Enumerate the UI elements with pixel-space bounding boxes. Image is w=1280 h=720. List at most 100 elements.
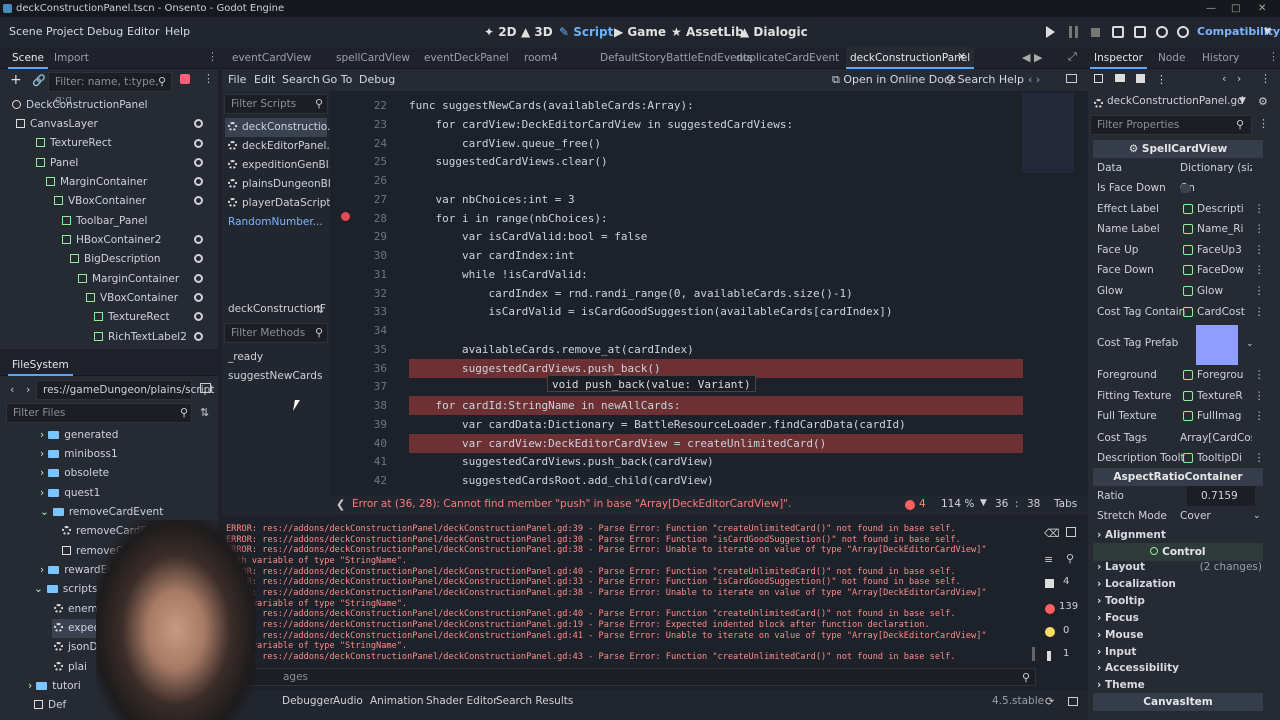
minimize-icon[interactable]: — (1206, 0, 1216, 17)
tree-node-panel[interactable]: Panel (36, 154, 78, 173)
prop-value[interactable]: Dictionary (size 0 (1180, 158, 1252, 178)
ratio-input[interactable]: 0.7159 (1187, 486, 1255, 506)
visibility-eye-icon[interactable] (194, 332, 203, 341)
inspector-section[interactable]: › Layout (2 changes) (1097, 559, 1262, 576)
script-item-playerdatascript[interactable]: playerDataScript... (228, 194, 341, 213)
more-icon[interactable]: ⋮ (1254, 406, 1265, 426)
checkbox-icon[interactable] (1181, 184, 1190, 193)
panel-toggle-icon[interactable] (1068, 697, 1078, 706)
workspace-3d-button[interactable]: ▲ 3D (521, 17, 553, 47)
inspector-section[interactable]: › Theme (1097, 677, 1262, 694)
inspector-section[interactable]: › Input (1097, 644, 1262, 661)
more-icon[interactable]: ⋮ (1156, 73, 1167, 86)
code-line[interactable]: 23 for cardView:DeckEditorCardView in su… (333, 115, 1023, 134)
stretch-mode-select[interactable]: Cover (1180, 506, 1252, 526)
sort-icon[interactable]: ⇅ (200, 406, 209, 419)
code-line[interactable]: 32 cardIndex = rnd.randi_range(0, availa… (333, 284, 1023, 303)
chevron-down-icon[interactable]: ⌄ (1246, 339, 1254, 349)
more-icon[interactable]: ⋮ (1254, 240, 1265, 260)
visibility-eye-icon[interactable] (194, 196, 203, 205)
chevron-down-icon[interactable]: ▼ (1264, 17, 1271, 47)
cost-tag-prefab-preview[interactable] (1196, 325, 1238, 365)
tree-node-vboxcontainer-2[interactable]: VBoxContainer (86, 289, 178, 308)
dock-menu-icon[interactable]: ⋮ (1268, 50, 1279, 63)
fs-file-def[interactable]: Def (34, 696, 66, 715)
tab-import[interactable]: Import (50, 47, 93, 69)
code-line[interactable]: 31 while !isCardValid: (333, 265, 1023, 284)
code-line[interactable]: 29 var isCardValid:bool = false (333, 227, 1023, 246)
visibility-eye-icon[interactable] (194, 158, 203, 167)
section-canvasitem[interactable]: CanvasItem (1093, 693, 1263, 711)
workspace-assetlib-button[interactable]: ★ AssetLib (671, 17, 744, 47)
split-mode-icon[interactable] (200, 383, 211, 393)
tab-duplicatecardevent[interactable]: duplicateCardEvent (732, 47, 843, 69)
toggle-panel-icon[interactable] (1066, 74, 1077, 83)
code-line[interactable]: 30 var cardIndex:int (333, 246, 1023, 265)
visibility-eye-icon[interactable] (194, 119, 203, 128)
tab-room4[interactable]: room4 (520, 47, 562, 69)
workspace-game-button[interactable]: ▶ Game (614, 17, 666, 47)
code-line[interactable]: 40 var cardView:DeckEditorCardView = cre… (333, 433, 1023, 453)
status-error-text[interactable]: Error at (36, 28): Cannot find member "p… (352, 498, 791, 510)
tab-spellcardview[interactable]: spellCardView (332, 47, 414, 69)
tree-node-margincontainer[interactable]: MarginContainer (46, 173, 147, 192)
visibility-eye-icon[interactable] (194, 254, 203, 263)
script-item-deckconstruction[interactable]: deckConstructio... (225, 118, 337, 137)
code-line[interactable]: 22 func suggestNewCards(availableCards:Ar… (333, 96, 1023, 115)
expand-icon[interactable]: ⤢ (1068, 50, 1077, 64)
collapse-icon[interactable]: ❮ (336, 498, 345, 511)
filesystem-path-input[interactable]: res://gameDungeon/plains/script (36, 380, 214, 400)
more-icon[interactable]: ⋮ (1254, 281, 1265, 301)
copy-icon[interactable] (1066, 527, 1076, 537)
status-error-count[interactable]: 4 (919, 498, 926, 510)
more-icon[interactable]: ⋮ (1254, 448, 1265, 468)
tree-node-root[interactable]: DeckConstructionPanel (12, 96, 148, 115)
tab-deckconstructionpanel[interactable]: deckConstructionPanel (846, 47, 975, 69)
error-filter-icon[interactable] (1045, 604, 1055, 614)
more-icon[interactable]: ⋮ (1254, 365, 1265, 385)
tree-node-texturerect[interactable]: TextureRect (36, 134, 112, 153)
zoom-level[interactable]: 114 % (941, 498, 974, 510)
script-menu-file[interactable]: File (228, 69, 246, 91)
filesystem-filter-input[interactable]: Filter Files (6, 403, 192, 423)
online-docs-button[interactable]: ⧉ Open in Online Docs (832, 69, 956, 91)
menu-project[interactable]: Project (46, 17, 84, 47)
workspace-script-button[interactable]: ✎ Script (559, 17, 613, 47)
scroll-tabs-icon[interactable]: ◀ ▶ (1022, 51, 1042, 64)
method-item-ready[interactable]: _ready (228, 348, 263, 367)
more-icon[interactable]: ⋮ (1254, 199, 1265, 219)
inspector-section[interactable]: › Accessibility (1097, 660, 1262, 677)
remote-debug-icon[interactable] (1112, 26, 1124, 38)
tree-node-vboxcontainer[interactable]: VBoxContainer (54, 192, 146, 211)
clear-output-icon[interactable]: ⌫ (1044, 527, 1060, 540)
history-nav-icon[interactable]: ‹ › (1222, 72, 1241, 85)
output-scrollbar[interactable] (1032, 647, 1035, 661)
tab-shader-editor[interactable]: Shader Editor (426, 694, 498, 708)
script-menu-search[interactable]: Search (282, 69, 320, 91)
more-icon[interactable]: ⋮ (1254, 386, 1265, 406)
chevron-down-icon[interactable]: ▼ (980, 498, 987, 508)
code-line[interactable]: 25 suggestedCardViews.clear() (333, 152, 1023, 171)
tab-search-results[interactable]: Search Results (496, 694, 573, 708)
stop-icon[interactable] (1091, 28, 1100, 37)
add-node-icon[interactable]: + (10, 72, 22, 88)
inspector-section[interactable]: › Tooltip (1097, 593, 1262, 610)
menu-editor[interactable]: Editor (127, 17, 160, 47)
code-line[interactable]: 27 var nbChoices:int = 3 (333, 190, 1023, 209)
method-item-suggestnewcards[interactable]: suggestNewCards (228, 367, 322, 386)
visibility-eye-icon[interactable] (194, 235, 203, 244)
visibility-eye-icon[interactable] (194, 293, 203, 302)
chevron-down-icon[interactable]: ▼ (1239, 96, 1246, 106)
tree-node-bigdescription[interactable]: BigDescription (70, 250, 161, 269)
tab-node[interactable]: Node (1154, 47, 1189, 69)
script-item-expeditiongenbl[interactable]: expeditionGenBl... (228, 156, 339, 175)
script-item-plainsdungeonbl[interactable]: plainsDungeonBl... (228, 175, 341, 194)
filter-properties-input[interactable]: Filter Properties (1090, 115, 1252, 135)
visibility-eye-icon[interactable] (194, 312, 203, 321)
list-icon[interactable]: ≡ (1044, 553, 1053, 566)
sort-icon[interactable]: ⇅ (315, 303, 324, 316)
close-icon[interactable]: ✕ (1258, 0, 1266, 17)
tab-filesystem[interactable]: FileSystem (8, 354, 73, 376)
tree-node-toolbar-panel[interactable]: Toolbar_Panel (62, 212, 147, 231)
more-icon[interactable]: ⋮ (1258, 117, 1269, 130)
